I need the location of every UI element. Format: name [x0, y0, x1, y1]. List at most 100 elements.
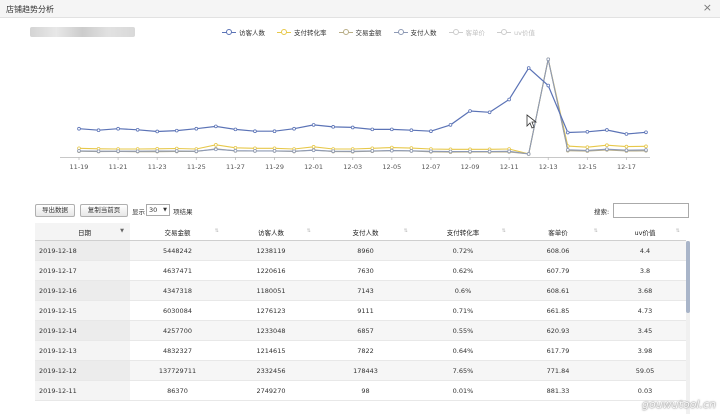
- page-size-select[interactable]: 30 ▼: [146, 204, 170, 216]
- export-data-button[interactable]: 导出数据: [35, 204, 75, 217]
- data-point[interactable]: [605, 147, 609, 151]
- data-point[interactable]: [311, 123, 316, 127]
- data-point[interactable]: [644, 130, 648, 135]
- data-point[interactable]: [96, 149, 101, 154]
- data-point[interactable]: [409, 149, 414, 153]
- data-point[interactable]: [96, 128, 101, 133]
- table-cell: 178443: [317, 361, 414, 380]
- table-row[interactable]: 2019-12-13 4832327 1214615 7822 0.64% 617.79 3…: [35, 341, 686, 361]
- data-point[interactable]: [135, 149, 140, 154]
- data-point[interactable]: [292, 149, 296, 154]
- table-row[interactable]: 2019-12-16 4347318 1180051 7143 0.6% 608.61 3.…: [35, 281, 686, 301]
- table-row[interactable]: 2019-12-15 6030084 1276123 9111 0.71% 661.85 4…: [35, 301, 686, 321]
- data-point[interactable]: [331, 125, 335, 129]
- data-point[interactable]: [370, 149, 375, 153]
- column-header[interactable]: 支付转化率 ⇅: [414, 223, 512, 240]
- data-point[interactable]: [174, 149, 179, 153]
- data-point[interactable]: [350, 149, 355, 154]
- data-point[interactable]: [526, 66, 531, 70]
- data-point[interactable]: [526, 152, 531, 156]
- table-scrollbar[interactable]: [686, 241, 690, 414]
- column-header[interactable]: 客单价 ⇅: [512, 223, 604, 240]
- data-point[interactable]: [585, 129, 590, 134]
- data-point[interactable]: [546, 57, 551, 62]
- column-header[interactable]: uv价值 ⇅: [604, 223, 686, 240]
- data-point[interactable]: [644, 144, 648, 149]
- data-point[interactable]: [585, 148, 590, 153]
- table-cell: 5448242: [130, 241, 225, 260]
- data-point[interactable]: [448, 123, 453, 127]
- column-header[interactable]: 访客人数 ⇅: [225, 223, 317, 240]
- data-point[interactable]: [605, 143, 609, 148]
- data-point[interactable]: [409, 128, 414, 133]
- table-row[interactable]: 2019-12-18 5448242 1238119 8960 0.72% 608.06 4…: [35, 241, 686, 261]
- data-point[interactable]: [507, 149, 511, 154]
- data-point[interactable]: [468, 109, 472, 113]
- table-row[interactable]: 2019-12-17 4637471 1220616 7630 0.62% 607.79 3…: [35, 261, 686, 281]
- data-point[interactable]: [390, 127, 394, 132]
- data-point[interactable]: [624, 132, 629, 136]
- data-point[interactable]: [214, 124, 218, 129]
- legend-item-5[interactable]: uv价值: [497, 27, 535, 37]
- copy-page-button[interactable]: 复制当前页: [80, 204, 128, 217]
- data-point[interactable]: [272, 149, 277, 153]
- data-point[interactable]: [487, 110, 492, 115]
- legend-item-4[interactable]: 客单价: [448, 27, 485, 37]
- data-point[interactable]: [565, 130, 570, 135]
- legend-item-1[interactable]: 支付转化率: [277, 27, 327, 37]
- data-point[interactable]: [448, 149, 453, 154]
- data-point[interactable]: [194, 126, 199, 131]
- data-point[interactable]: [292, 126, 296, 131]
- data-point[interactable]: [624, 148, 629, 153]
- column-header[interactable]: 支付人数 ⇅: [317, 223, 414, 240]
- data-point[interactable]: [644, 148, 648, 152]
- data-point[interactable]: [311, 145, 316, 149]
- data-point[interactable]: [253, 149, 257, 153]
- data-point[interactable]: [429, 129, 433, 134]
- data-point[interactable]: [311, 148, 316, 153]
- data-point[interactable]: [135, 127, 140, 132]
- table-row[interactable]: 2019-12-12 137729711 2332456 178443 7.65% 771…: [35, 361, 686, 381]
- scrollbar-thumb[interactable]: [686, 241, 690, 313]
- sort-icon: ⇅: [501, 228, 506, 234]
- data-point[interactable]: [155, 149, 160, 153]
- data-point[interactable]: [585, 145, 590, 149]
- data-point[interactable]: [253, 129, 257, 134]
- data-point[interactable]: [390, 148, 394, 153]
- data-point[interactable]: [77, 126, 81, 131]
- data-point[interactable]: [233, 127, 238, 132]
- data-point[interactable]: [214, 147, 218, 152]
- data-point[interactable]: [468, 149, 472, 154]
- column-header[interactable]: 交易金额 ⇅: [130, 223, 225, 240]
- data-point[interactable]: [116, 149, 120, 153]
- data-point[interactable]: [350, 125, 355, 130]
- table-row[interactable]: 2019-12-14 4257700 1233048 6857 0.55% 620.93 3…: [35, 321, 686, 341]
- data-point[interactable]: [174, 128, 179, 133]
- data-point[interactable]: [507, 97, 511, 102]
- data-point[interactable]: [214, 143, 218, 147]
- data-point[interactable]: [390, 145, 394, 150]
- data-point[interactable]: [272, 129, 277, 134]
- data-point[interactable]: [194, 149, 199, 154]
- data-point[interactable]: [429, 149, 433, 154]
- legend-item-0[interactable]: 访客人数: [222, 27, 265, 37]
- legend-item-3[interactable]: 支付人数: [393, 27, 437, 37]
- data-point[interactable]: [624, 144, 629, 149]
- data-point[interactable]: [233, 146, 238, 150]
- data-point[interactable]: [546, 83, 551, 88]
- data-point[interactable]: [116, 126, 120, 131]
- data-point[interactable]: [565, 148, 570, 152]
- search-input[interactable]: [613, 203, 689, 218]
- legend-item-2[interactable]: 交易金额: [338, 27, 382, 37]
- sort-icon: ▼: [120, 228, 124, 234]
- column-header[interactable]: 日期 ▼: [35, 223, 130, 240]
- data-point[interactable]: [605, 128, 609, 132]
- data-point[interactable]: [77, 149, 81, 153]
- table-row[interactable]: 2019-12-11 86370 2749270 98 0.01% 881.33 0.03: [35, 381, 686, 401]
- data-point[interactable]: [155, 129, 160, 134]
- data-point[interactable]: [370, 127, 375, 132]
- data-point[interactable]: [331, 149, 335, 153]
- close-icon[interactable]: ×: [703, 2, 712, 14]
- data-point[interactable]: [487, 149, 492, 154]
- data-point[interactable]: [233, 148, 238, 153]
